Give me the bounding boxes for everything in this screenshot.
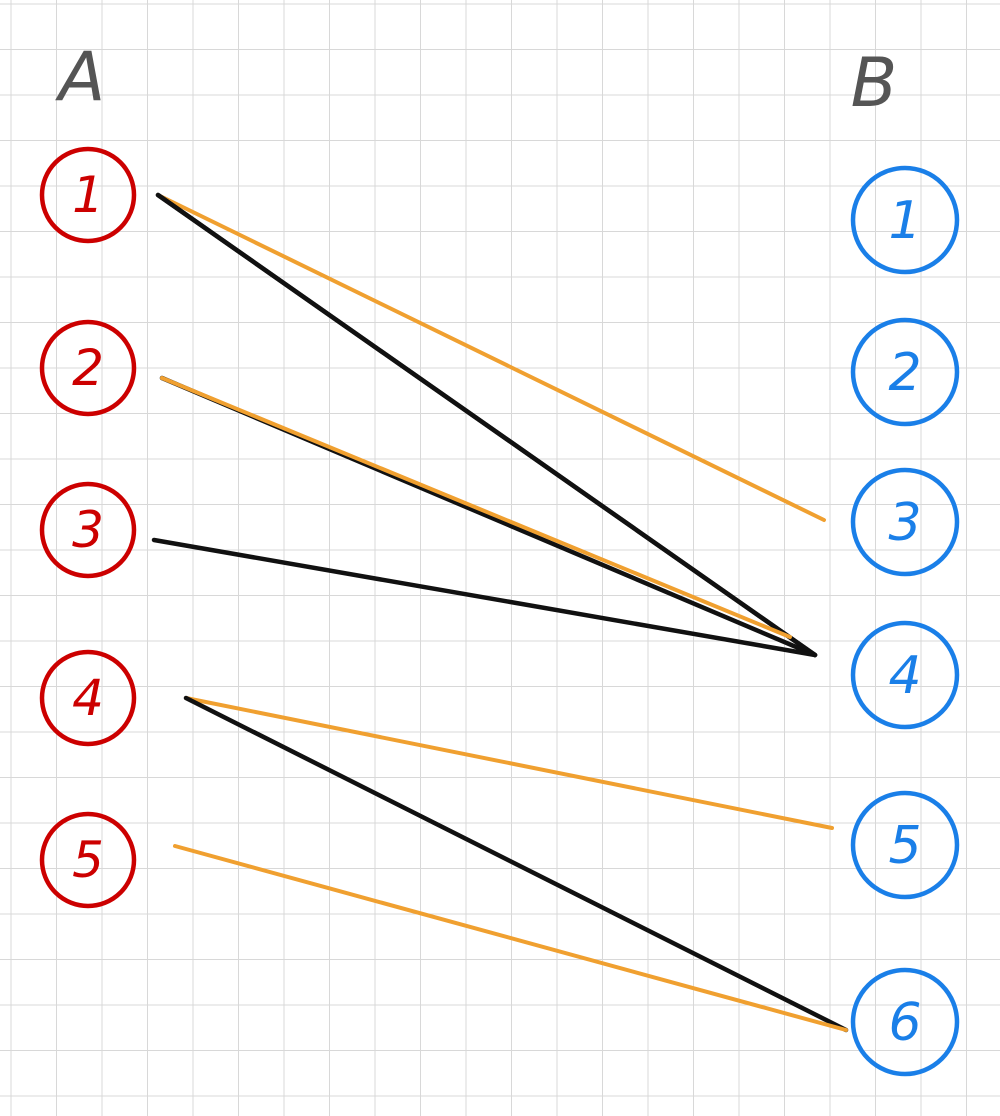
set-a-node-1: 1: [39, 146, 137, 244]
set-a-node-label: 4: [72, 669, 104, 727]
set-b-node-1: 1: [850, 165, 960, 275]
set-a-nodes: 1 2 3 4 5: [39, 146, 137, 909]
set-b-node-label: 4: [888, 646, 921, 706]
set-a-node-label: 1: [72, 166, 104, 224]
set-b-node-label: 3: [888, 493, 921, 553]
grid-background: [0, 0, 1000, 1116]
set-a-label: A: [55, 38, 106, 117]
set-b-node-3: 3: [850, 467, 960, 577]
set-b-nodes: 1 2 3 4 5 6: [850, 165, 960, 1077]
set-b-label: B: [851, 44, 898, 123]
set-b-node-label: 2: [888, 343, 921, 403]
set-b-node-5: 5: [850, 790, 960, 900]
set-b-node-2: 2: [850, 317, 960, 427]
bipartite-matching-diagram: A B 1 2 3 4 5 1 2 3 4 5 6: [0, 0, 1000, 1116]
edges-layer: [151, 192, 849, 1033]
set-a-node-4: 4: [39, 649, 137, 747]
set-a-node-3: 3: [39, 481, 137, 579]
set-a-node-5: 5: [39, 811, 137, 909]
set-b-node-6: 6: [850, 967, 960, 1077]
edge-a3-b4-black: [151, 537, 818, 658]
set-a-node-label: 3: [72, 501, 104, 559]
set-b-node-label: 5: [888, 816, 921, 876]
set-a-node-label: 5: [72, 831, 104, 889]
edge-a4-b6-black: [183, 695, 849, 1033]
edge-a5-b6-orange: [173, 844, 848, 1032]
set-b-node-4: 4: [850, 620, 960, 730]
edge-a1-b4-black: [155, 192, 818, 658]
set-b-node-label: 6: [888, 993, 921, 1053]
set-a-node-label: 2: [72, 339, 104, 397]
set-b-node-label: 1: [888, 191, 921, 251]
edge-a1-b2-orange: [156, 193, 826, 522]
edge-a4-b5-orange: [184, 696, 834, 830]
